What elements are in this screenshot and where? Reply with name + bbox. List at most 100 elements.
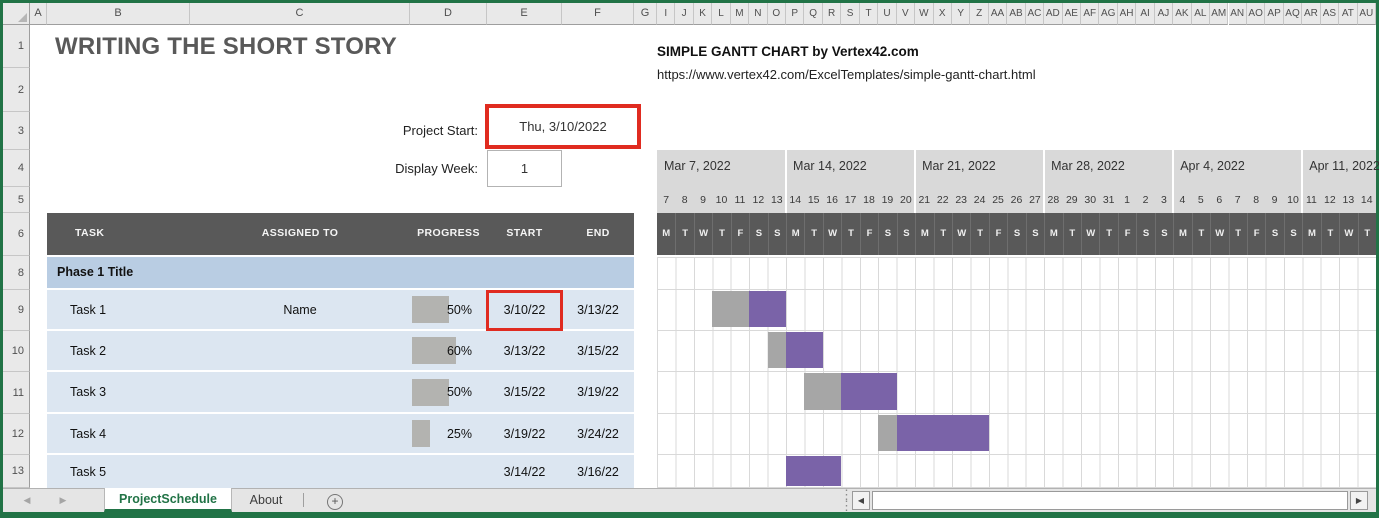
day-number-cell[interactable]: 15 <box>804 189 822 211</box>
column-header-AF[interactable]: AF <box>1081 3 1100 25</box>
row-header-2[interactable]: 2 <box>3 68 30 112</box>
start-date-cell[interactable]: 3/10/22 <box>487 290 562 329</box>
tab-about[interactable]: About <box>232 488 300 512</box>
column-header-AN[interactable]: AN <box>1228 3 1247 25</box>
column-header-AR[interactable]: AR <box>1302 3 1321 25</box>
weekday-letter-cell[interactable]: T <box>970 213 988 255</box>
weekday-letter-cell[interactable]: S <box>1154 213 1173 255</box>
row-header-6[interactable]: 6 <box>3 213 30 256</box>
end-date-cell[interactable]: 3/15/22 <box>562 331 634 370</box>
day-number-cell[interactable]: 8 <box>1247 189 1265 211</box>
weekday-letter-cell[interactable]: M <box>1044 213 1062 255</box>
day-number-cell[interactable]: 26 <box>1007 189 1025 211</box>
column-header-AO[interactable]: AO <box>1246 3 1266 25</box>
day-number-cell[interactable]: 10 <box>1284 189 1302 211</box>
day-number-cell[interactable]: 16 <box>823 189 841 211</box>
end-date-cell[interactable]: 3/13/22 <box>562 290 634 329</box>
row-header-12[interactable]: 12 <box>3 414 30 455</box>
assigned-to-cell[interactable] <box>190 372 410 412</box>
column-header-AD[interactable]: AD <box>1044 3 1063 25</box>
row-header-1[interactable]: 1 <box>3 25 30 68</box>
weekday-letter-cell[interactable]: F <box>859 213 878 255</box>
weekday-letter-cell[interactable]: S <box>1007 213 1025 255</box>
day-number-cell[interactable]: 3 <box>1155 189 1173 211</box>
weekday-letter-cell[interactable]: S <box>1283 213 1302 255</box>
column-header-X[interactable]: X <box>933 3 952 25</box>
weekday-letter-cell[interactable]: W <box>822 213 841 255</box>
weekday-letter-cell[interactable]: F <box>730 213 749 255</box>
day-number-cell[interactable]: 6 <box>1210 189 1228 211</box>
row-header-5[interactable]: 5 <box>3 187 30 213</box>
assigned-to-cell[interactable] <box>190 455 410 488</box>
scrollbar-resize-handle[interactable]: ⋮ ⋮ <box>840 488 853 512</box>
row-header-11[interactable]: 11 <box>3 372 30 414</box>
weekday-letter-cell[interactable]: T <box>712 213 730 255</box>
column-header-E[interactable]: E <box>487 3 562 25</box>
weekday-letter-cell[interactable]: T <box>675 213 693 255</box>
weekday-letter-cell[interactable]: T <box>1357 213 1376 255</box>
weekday-letter-cell[interactable]: M <box>915 213 933 255</box>
task-row[interactable]: Task 2 60% 3/13/22 3/15/22 <box>47 331 634 370</box>
column-header-AJ[interactable]: AJ <box>1154 3 1174 25</box>
day-number-cell[interactable]: 27 <box>1026 189 1044 211</box>
day-number-cell[interactable]: 7 <box>1229 189 1247 211</box>
weekday-letter-cell[interactable]: T <box>1099 213 1117 255</box>
column-header-P[interactable]: P <box>786 3 805 25</box>
weekday-letter-cell[interactable]: W <box>951 213 970 255</box>
day-number-cell[interactable]: 28 <box>1044 189 1062 211</box>
day-number-cell[interactable]: 11 <box>1302 189 1320 211</box>
weekday-letter-cell[interactable]: S <box>767 213 786 255</box>
start-date-cell[interactable]: 3/19/22 <box>487 414 562 453</box>
column-header-B[interactable]: B <box>47 3 190 25</box>
column-header-AT[interactable]: AT <box>1339 3 1358 25</box>
task-row[interactable]: Task 5 3/14/22 3/16/22 <box>47 455 634 488</box>
task-name-cell[interactable]: Task 5 <box>70 455 106 488</box>
progress-cell[interactable]: 25% <box>410 414 487 453</box>
phase-row[interactable]: Phase 1 Title <box>47 257 634 288</box>
column-header-U[interactable]: U <box>878 3 897 25</box>
weekday-letter-cell[interactable]: T <box>933 213 952 255</box>
day-number-cell[interactable]: 11 <box>731 189 749 211</box>
column-header-AM[interactable]: AM <box>1210 3 1229 25</box>
select-all-corner[interactable] <box>3 3 30 25</box>
column-header-AQ[interactable]: AQ <box>1283 3 1303 25</box>
weekday-letter-cell[interactable]: S <box>1136 213 1154 255</box>
column-header-AC[interactable]: AC <box>1025 3 1045 25</box>
task-name-cell[interactable]: Task 3 <box>70 372 106 412</box>
day-number-cell[interactable]: 21 <box>915 189 933 211</box>
weekday-letter-cell[interactable]: T <box>1191 213 1210 255</box>
day-number-cell[interactable]: 5 <box>1192 189 1210 211</box>
column-header-Y[interactable]: Y <box>951 3 971 25</box>
day-number-cell[interactable]: 4 <box>1173 189 1191 211</box>
column-header-O[interactable]: O <box>767 3 787 25</box>
weekday-letter-cell[interactable]: T <box>1320 213 1339 255</box>
column-header-AU[interactable]: AU <box>1357 3 1376 25</box>
project-start-input[interactable]: Thu, 3/10/2022 <box>485 104 641 149</box>
end-date-cell[interactable]: 3/16/22 <box>562 455 634 488</box>
weekday-letter-cell[interactable]: F <box>1117 213 1136 255</box>
day-number-cell[interactable]: 14 <box>1358 189 1376 211</box>
day-number-cell[interactable]: 9 <box>694 189 712 211</box>
column-header-C[interactable]: C <box>190 3 410 25</box>
day-number-cell[interactable]: 12 <box>1321 189 1339 211</box>
row-header-4[interactable]: 4 <box>3 150 30 187</box>
column-header-J[interactable]: J <box>675 3 694 25</box>
weekday-letter-cell[interactable]: T <box>841 213 859 255</box>
row-header-13[interactable]: 13 <box>3 455 30 488</box>
weekday-letter-cell[interactable]: T <box>1228 213 1247 255</box>
tab-scroll-left-icon[interactable]: ◀ <box>16 488 38 512</box>
display-week-input[interactable]: 1 <box>487 150 562 187</box>
column-header-Z[interactable]: Z <box>970 3 989 25</box>
column-header-AG[interactable]: AG <box>1099 3 1118 25</box>
progress-cell[interactable]: 50% <box>410 290 487 329</box>
column-header-AP[interactable]: AP <box>1265 3 1284 25</box>
start-date-cell[interactable]: 3/14/22 <box>487 455 562 488</box>
column-header-AK[interactable]: AK <box>1173 3 1192 25</box>
day-number-cell[interactable]: 7 <box>657 189 675 211</box>
day-number-cell[interactable]: 12 <box>749 189 767 211</box>
day-number-cell[interactable]: 24 <box>970 189 988 211</box>
day-number-cell[interactable]: 29 <box>1063 189 1081 211</box>
task-name-cell[interactable]: Task 2 <box>70 331 106 370</box>
start-date-cell[interactable]: 3/13/22 <box>487 331 562 370</box>
weekday-letter-cell[interactable]: M <box>1302 213 1320 255</box>
